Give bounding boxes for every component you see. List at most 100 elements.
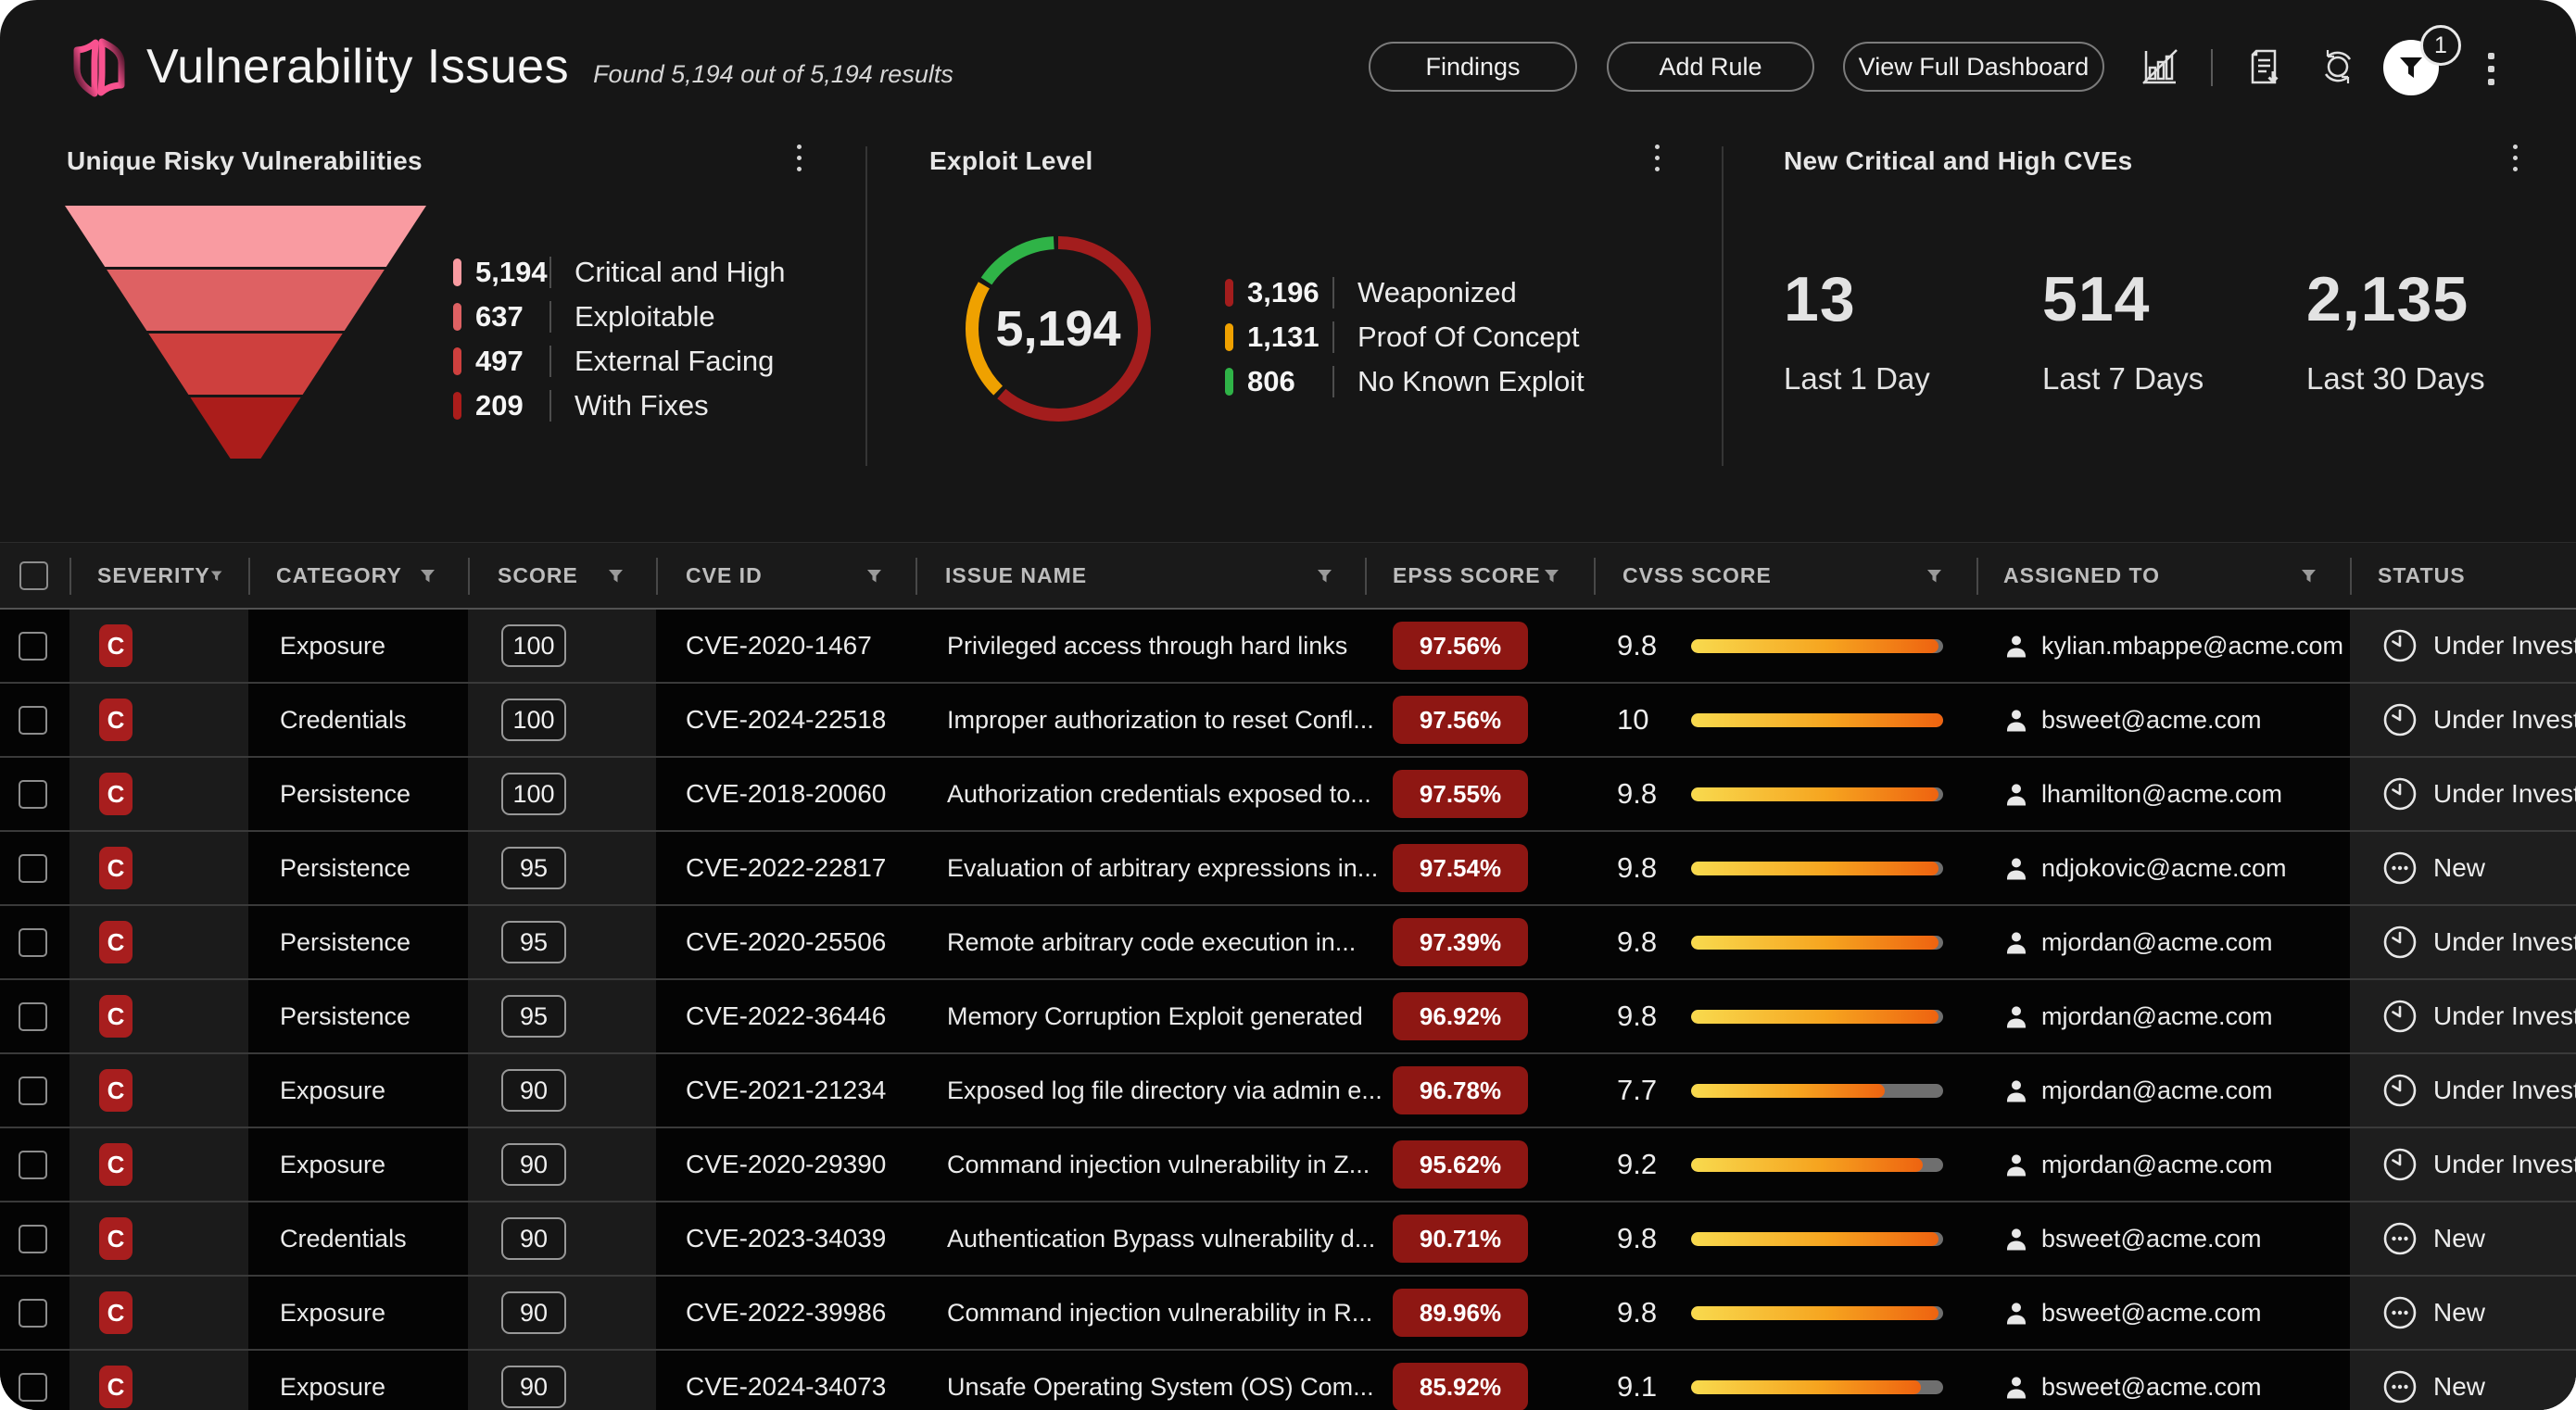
column-header-cvss-score[interactable]: CVSS SCORE bbox=[1623, 543, 1942, 609]
table-row[interactable]: C Persistence 95 CVE-2022-36446 Memory C… bbox=[0, 980, 2576, 1054]
assignee-email[interactable]: mjordan@acme.com bbox=[2041, 928, 2273, 957]
issue-name[interactable]: Privileged access through hard links bbox=[947, 632, 1347, 661]
refresh-sync-icon[interactable] bbox=[2316, 44, 2360, 89]
chart-toggle-icon[interactable] bbox=[2138, 44, 2182, 89]
view-full-dashboard-button[interactable]: View Full Dashboard bbox=[1843, 42, 2104, 92]
filter-funnel-icon[interactable] bbox=[1926, 569, 1942, 584]
filter-funnel-icon[interactable] bbox=[2301, 569, 2317, 584]
column-header-severity[interactable]: SEVERITY bbox=[97, 543, 222, 609]
row-checkbox[interactable] bbox=[19, 706, 47, 735]
assignee-email[interactable]: mjordan@acme.com bbox=[2041, 1151, 2273, 1179]
table-row[interactable]: C Exposure 90 CVE-2024-34073 Unsafe Oper… bbox=[0, 1351, 2576, 1410]
assignee-email[interactable]: mjordan@acme.com bbox=[2041, 1002, 2273, 1031]
status-cell: New bbox=[2350, 1277, 2576, 1349]
cvss-score-cell: 10 bbox=[1594, 684, 1976, 756]
column-header-assigned-to[interactable]: ASSIGNED TO bbox=[2003, 543, 2317, 609]
column-header-issue-name[interactable]: ISSUE NAME bbox=[945, 543, 1332, 609]
table-row[interactable]: C Persistence 95 CVE-2022-22817 Evaluati… bbox=[0, 832, 2576, 906]
row-checkbox[interactable] bbox=[19, 780, 47, 809]
row-checkbox[interactable] bbox=[19, 854, 47, 883]
legend-item: 3,196 Weaponized bbox=[1225, 271, 1585, 315]
assignee-email[interactable]: bsweet@acme.com bbox=[2041, 1373, 2262, 1402]
issue-name-cell: Memory Corruption Exploit generated bbox=[915, 980, 1365, 1052]
filter-funnel-icon[interactable] bbox=[1317, 569, 1332, 584]
column-header-cve-id[interactable]: CVE ID bbox=[686, 543, 882, 609]
row-checkbox[interactable] bbox=[19, 1373, 47, 1402]
cve-id[interactable]: CVE-2020-25506 bbox=[686, 927, 886, 957]
row-checkbox[interactable] bbox=[19, 1076, 47, 1105]
issue-name[interactable]: Exposed log file directory via admin e..… bbox=[947, 1076, 1383, 1105]
cvss-score-cell: 9.8 bbox=[1594, 1277, 1976, 1349]
funnel-panel-menu-icon[interactable] bbox=[797, 145, 802, 171]
cve-id[interactable]: CVE-2018-20060 bbox=[686, 779, 886, 809]
cves-panel-menu-icon[interactable] bbox=[2513, 145, 2518, 171]
assignee-email[interactable]: mjordan@acme.com bbox=[2041, 1076, 2273, 1105]
table-row[interactable]: C Persistence 100 CVE-2018-20060 Authori… bbox=[0, 758, 2576, 832]
stat-last-7-days: 514 Last 7 Days bbox=[2042, 263, 2203, 397]
issue-name[interactable]: Unsafe Operating System (OS) Com... bbox=[947, 1373, 1374, 1402]
status-text: Under Investigation bbox=[2433, 631, 2576, 661]
cve-id[interactable]: CVE-2021-21234 bbox=[686, 1076, 886, 1105]
epss-score-badge: 96.92% bbox=[1393, 992, 1528, 1040]
category-cell: Exposure bbox=[248, 1128, 468, 1201]
column-label: CVSS SCORE bbox=[1623, 563, 1772, 588]
issue-name[interactable]: Improper authorization to reset Confl... bbox=[947, 706, 1374, 735]
column-header-category[interactable]: CATEGORY bbox=[276, 543, 436, 609]
assignee-email[interactable]: lhamilton@acme.com bbox=[2041, 780, 2282, 809]
issue-name[interactable]: Remote arbitrary code execution in... bbox=[947, 928, 1356, 957]
filter-funnel-icon[interactable] bbox=[1544, 569, 1559, 584]
filter-funnel-icon[interactable] bbox=[420, 569, 436, 584]
export-report-icon[interactable] bbox=[2242, 44, 2287, 89]
assignee-email[interactable]: bsweet@acme.com bbox=[2041, 1225, 2262, 1253]
table-row[interactable]: C Persistence 95 CVE-2020-25506 Remote a… bbox=[0, 906, 2576, 980]
row-checkbox[interactable] bbox=[19, 1225, 47, 1253]
filter-funnel-icon[interactable] bbox=[866, 569, 882, 584]
issue-name[interactable]: Authentication Bypass vulnerability d... bbox=[947, 1225, 1375, 1253]
assignee-email[interactable]: bsweet@acme.com bbox=[2041, 706, 2262, 735]
status-cell: New bbox=[2350, 832, 2576, 904]
findings-button[interactable]: Findings bbox=[1369, 42, 1577, 92]
table-row[interactable]: C Exposure 90 CVE-2022-39986 Command inj… bbox=[0, 1277, 2576, 1351]
status-cell: New bbox=[2350, 1202, 2576, 1275]
add-rule-button[interactable]: Add Rule bbox=[1607, 42, 1814, 92]
legend-tick bbox=[453, 303, 461, 331]
issue-name[interactable]: Command injection vulnerability in R... bbox=[947, 1299, 1372, 1328]
filter-funnel-icon[interactable] bbox=[210, 569, 222, 584]
row-checkbox[interactable] bbox=[19, 632, 47, 661]
severity-badge: C bbox=[99, 847, 133, 889]
cve-id[interactable]: CVE-2020-1467 bbox=[686, 631, 872, 661]
exploit-panel-menu-icon[interactable] bbox=[1655, 145, 1660, 171]
cve-id[interactable]: CVE-2024-34073 bbox=[686, 1372, 886, 1402]
issue-name[interactable]: Command injection vulnerability in Z... bbox=[947, 1151, 1370, 1179]
score-cell: 90 bbox=[468, 1054, 656, 1127]
cve-id[interactable]: CVE-2022-36446 bbox=[686, 1001, 886, 1031]
row-checkbox[interactable] bbox=[19, 1151, 47, 1179]
table-row[interactable]: C Credentials 90 CVE-2023-34039 Authenti… bbox=[0, 1202, 2576, 1277]
assignee-email[interactable]: kylian.mbappe@acme.com bbox=[2041, 632, 2343, 661]
table-row[interactable]: C Exposure 90 CVE-2020-29390 Command inj… bbox=[0, 1128, 2576, 1202]
header-kebab-menu-icon[interactable] bbox=[2469, 46, 2513, 91]
cve-id[interactable]: CVE-2022-22817 bbox=[686, 853, 886, 883]
column-header-epss-score[interactable]: EPSS SCORE bbox=[1393, 543, 1559, 609]
cve-id[interactable]: CVE-2023-34039 bbox=[686, 1224, 886, 1253]
category-cell: Credentials bbox=[248, 684, 468, 756]
assignee-email[interactable]: ndjokovic@acme.com bbox=[2041, 854, 2287, 883]
assignee-email[interactable]: bsweet@acme.com bbox=[2041, 1299, 2262, 1328]
table-row[interactable]: C Exposure 90 CVE-2021-21234 Exposed log… bbox=[0, 1054, 2576, 1128]
table-row[interactable]: C Credentials 100 CVE-2024-22518 Imprope… bbox=[0, 684, 2576, 758]
filter-funnel-icon[interactable] bbox=[608, 569, 624, 584]
issue-name[interactable]: Authorization credentials exposed to... bbox=[947, 780, 1371, 809]
row-checkbox[interactable] bbox=[19, 1002, 47, 1031]
row-checkbox[interactable] bbox=[19, 928, 47, 957]
issue-name[interactable]: Evaluation of arbitrary expressions in..… bbox=[947, 854, 1378, 883]
epss-score-cell: 97.54% bbox=[1365, 832, 1594, 904]
cve-id[interactable]: CVE-2020-29390 bbox=[686, 1150, 886, 1179]
row-checkbox[interactable] bbox=[19, 1299, 47, 1328]
cve-id[interactable]: CVE-2024-22518 bbox=[686, 705, 886, 735]
column-header-score[interactable]: SCORE bbox=[498, 543, 624, 609]
table-row[interactable]: C Exposure 100 CVE-2020-1467 Privileged … bbox=[0, 610, 2576, 684]
cve-id[interactable]: CVE-2022-39986 bbox=[686, 1298, 886, 1328]
column-header-status[interactable]: STATUS bbox=[2378, 543, 2544, 609]
issue-name[interactable]: Memory Corruption Exploit generated bbox=[947, 1002, 1363, 1031]
select-all-checkbox[interactable] bbox=[19, 561, 48, 590]
